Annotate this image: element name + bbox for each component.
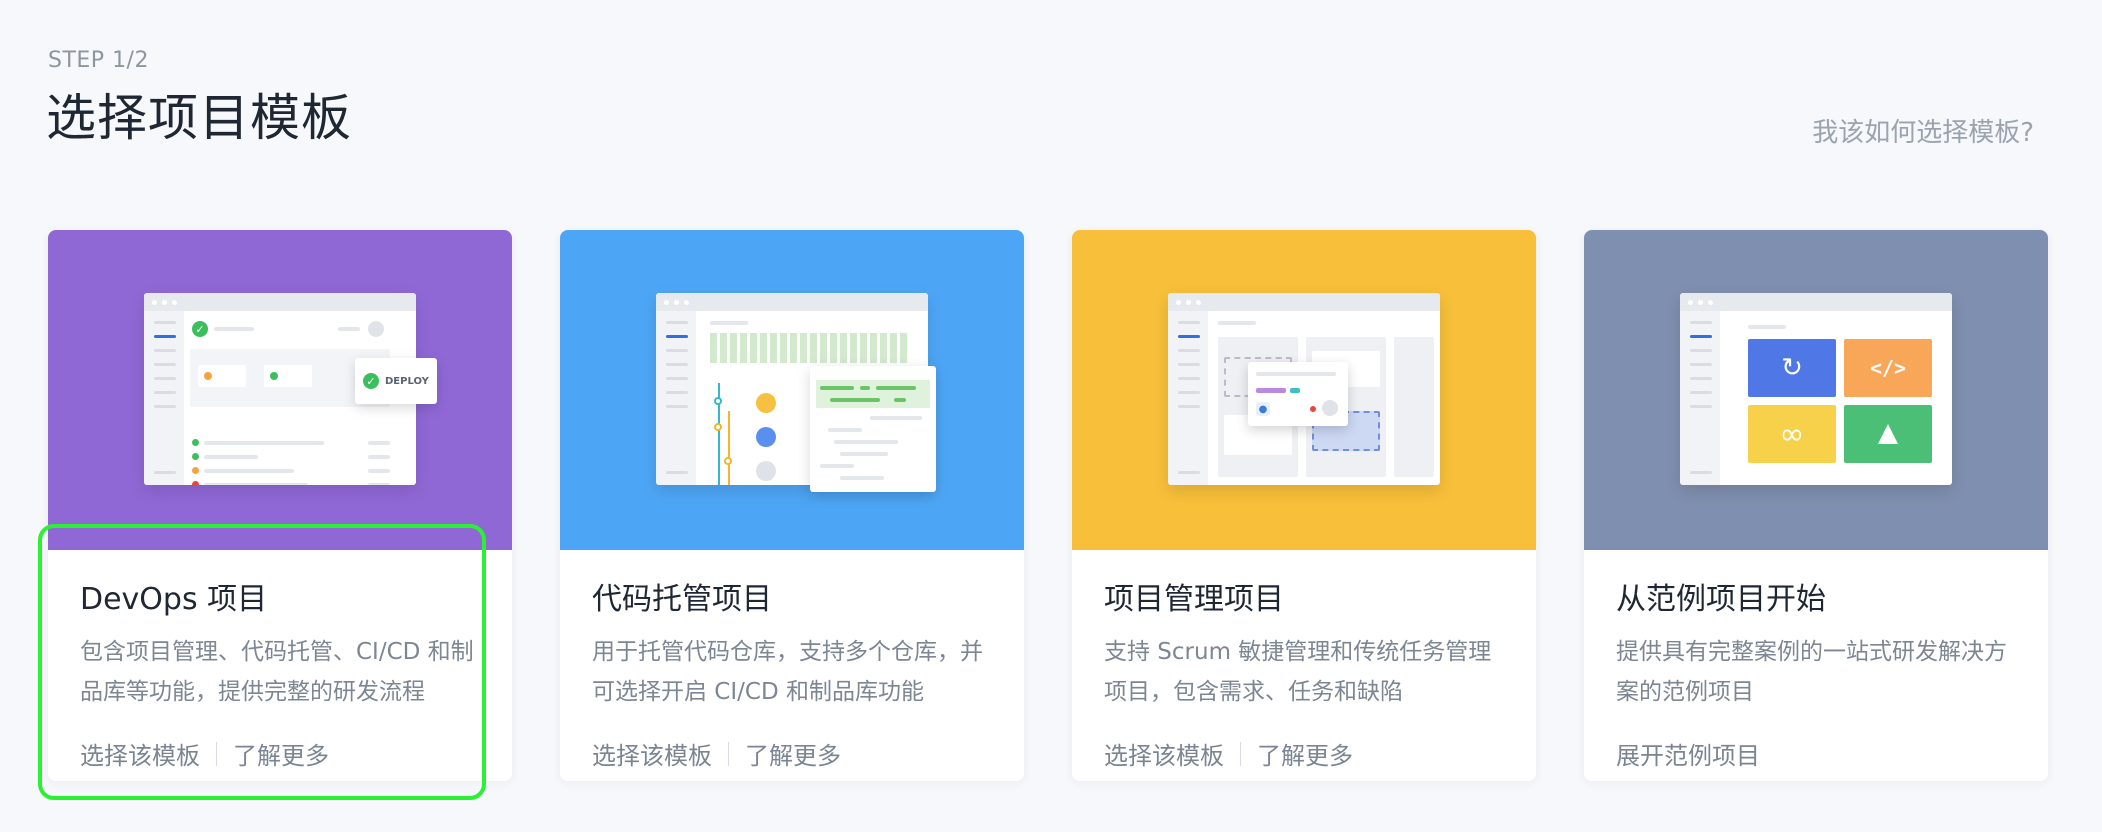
divider	[216, 741, 217, 766]
select-template-button[interactable]: 选择该模板	[80, 736, 200, 771]
card-illustration	[560, 230, 1024, 550]
deploy-label: DEPLOY	[385, 375, 429, 387]
template-select-page: STEP 1/2 选择项目模板 我该如何选择模板? ✓ ✓ DEPLOY Dev…	[0, 0, 2102, 832]
bulb-icon: ●	[1256, 402, 1270, 416]
learn-more-link[interactable]: 了解更多	[1257, 736, 1353, 771]
select-template-button[interactable]: 选择该模板	[592, 736, 712, 771]
step-indicator: STEP 1/2	[48, 48, 149, 73]
card-actions: 选择该模板 了解更多	[592, 736, 992, 771]
learn-more-link[interactable]: 了解更多	[745, 736, 841, 771]
project-tile-code: </>	[1844, 339, 1932, 397]
card-illustration: ●	[1072, 230, 1536, 550]
window-mock: ↻ </> ∞	[1680, 293, 1952, 485]
avatar-icon	[1322, 400, 1338, 416]
card-actions: 选择该模板 了解更多	[80, 736, 480, 771]
template-cards: ✓ ✓ DEPLOY DevOps 项目 包含项目管理、代码托管、CI/CD 和…	[38, 230, 2048, 800]
card-title: DevOps 项目	[80, 582, 268, 617]
help-link[interactable]: 我该如何选择模板?	[1812, 112, 2034, 149]
avatar-icon	[368, 321, 384, 337]
expand-examples-button[interactable]: 展开范例项目	[1616, 736, 1760, 771]
template-card-code-hosting[interactable]: 代码托管项目 用于托管代码仓库，支持多个仓库，并可选择开启 CI/CD 和制品库…	[560, 230, 1024, 781]
check-icon: ✓	[363, 373, 379, 389]
card-description: 包含项目管理、代码托管、CI/CD 和制品库等功能，提供完整的研发流程	[80, 639, 474, 705]
commit-heatmap	[710, 333, 910, 363]
card-actions: 选择该模板 了解更多	[1104, 736, 1504, 771]
card-description: 提供具有完整案例的一站式研发解决方案的范例项目	[1616, 639, 2007, 705]
template-card-example-project[interactable]: ↻ </> ∞ 从范例项目开始 提供具有完整案例的一站式研发解决方案的范例项目 …	[1584, 230, 2048, 781]
page-title: 选择项目模板	[46, 89, 352, 147]
card-title: 从范例项目开始	[1616, 582, 1826, 617]
deploy-badge: ✓ DEPLOY	[355, 358, 437, 404]
divider	[728, 741, 729, 766]
card-illustration: ✓ ✓ DEPLOY	[48, 230, 512, 550]
infinity-icon: ∞	[1779, 416, 1805, 452]
card-title: 项目管理项目	[1104, 582, 1284, 617]
project-tile-test	[1844, 405, 1932, 463]
card-illustration: ↻ </> ∞	[1584, 230, 2048, 550]
check-icon: ✓	[192, 321, 208, 337]
card-description: 支持 Scrum 敏捷管理和传统任务管理项目，包含需求、任务和缺陷	[1104, 639, 1492, 705]
card-actions: 展开范例项目	[1616, 736, 2016, 771]
code-icon: </>	[1869, 356, 1907, 380]
template-card-project-management[interactable]: ● 项目管理项目 支持 Scrum 敏捷管理和传统任务管理项目，包含需求、任务和…	[1072, 230, 1536, 781]
flask-icon	[1878, 424, 1898, 444]
divider	[1240, 741, 1241, 766]
task-card-dragging: ●	[1248, 362, 1348, 426]
diff-panel	[810, 366, 936, 492]
card-description: 用于托管代码仓库，支持多个仓库，并可选择开启 CI/CD 和制品库功能	[592, 639, 983, 705]
learn-more-link[interactable]: 了解更多	[233, 736, 329, 771]
select-template-button[interactable]: 选择该模板	[1104, 736, 1224, 771]
template-card-devops[interactable]: ✓ ✓ DEPLOY DevOps 项目 包含项目管理、代码托管、CI/CD 和…	[38, 230, 512, 800]
card-title: 代码托管项目	[592, 582, 772, 617]
project-tile-sync: ↻	[1748, 339, 1836, 397]
project-tile-pipeline: ∞	[1748, 405, 1836, 463]
sync-icon: ↻	[1781, 353, 1803, 383]
